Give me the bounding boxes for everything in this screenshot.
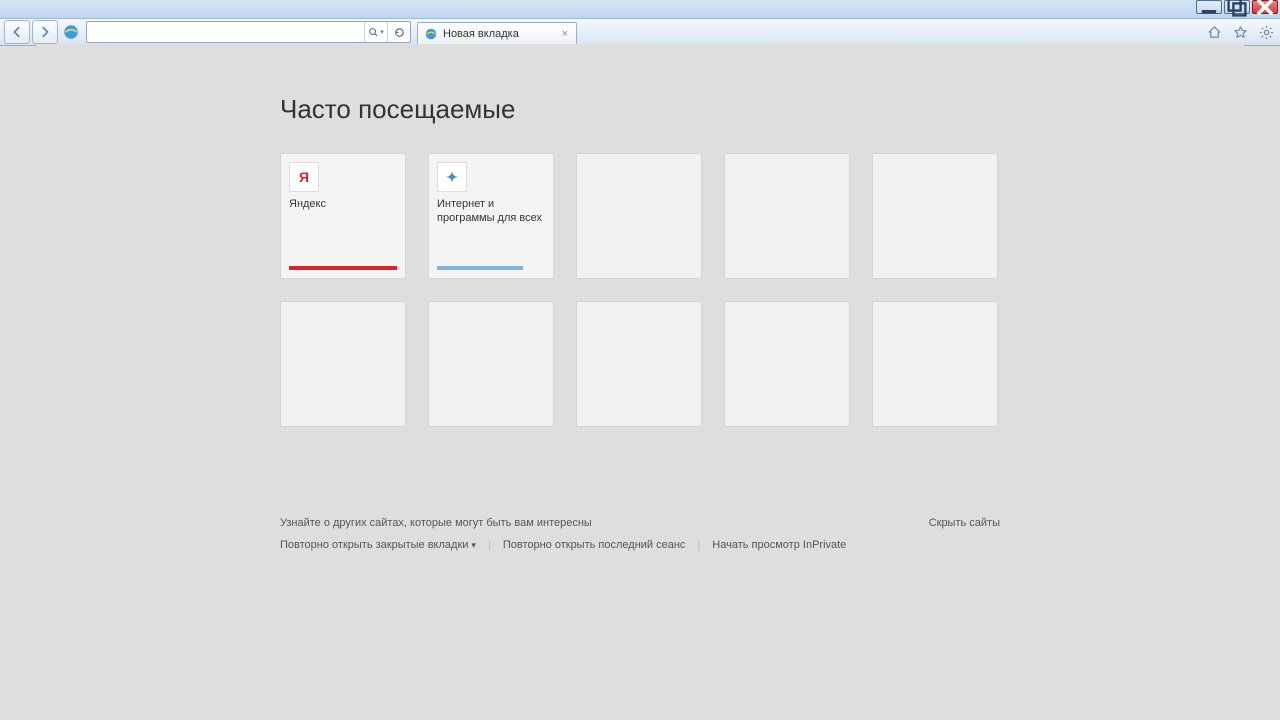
frequent-tile-empty[interactable] (576, 301, 702, 427)
maximize-button[interactable] (1224, 0, 1250, 14)
tile-title: Яндекс (289, 198, 397, 212)
tile-favicon: ✦ (437, 162, 467, 192)
frequent-tile-empty[interactable] (428, 301, 554, 427)
back-button[interactable] (4, 20, 30, 44)
tools-gear-icon[interactable] (1256, 22, 1276, 42)
favorites-icon[interactable] (1230, 22, 1250, 42)
tab-strip: Новая вкладка × (417, 19, 577, 45)
window-titlebar (0, 0, 1280, 19)
frequent-tile[interactable]: ✦ Интернет и программы для всех (428, 153, 554, 279)
footer-links: Узнайте о других сайтах, которые могут б… (280, 517, 1000, 551)
tab-new[interactable]: Новая вкладка × (417, 22, 577, 45)
frequent-tiles-grid: Я Яндекс ✦ Интернет и программы для всех (280, 153, 1000, 427)
refresh-icon[interactable] (387, 22, 410, 42)
separator: | (697, 539, 700, 551)
close-button[interactable] (1252, 0, 1278, 14)
frequent-tile-empty[interactable] (576, 153, 702, 279)
page-heading: Часто посещаемые (280, 94, 1000, 125)
inprivate-link[interactable]: Начать просмотр InPrivate (712, 539, 846, 551)
frequent-tile-empty[interactable] (724, 301, 850, 427)
new-tab-page: Часто посещаемые Я Яндекс ✦ Интернет и прог… (280, 44, 1000, 551)
frequent-tile-empty[interactable] (872, 301, 998, 427)
address-input[interactable] (87, 25, 364, 39)
frequent-tile-empty[interactable] (724, 153, 850, 279)
reopen-closed-tabs-link[interactable]: Повторно открыть закрытые вкладки▾ (280, 539, 476, 551)
separator: | (488, 539, 491, 551)
frequent-tile-empty[interactable] (872, 153, 998, 279)
tile-title: Интернет и программы для всех (437, 198, 545, 226)
ie-favicon-icon (424, 27, 438, 41)
tile-accent-bar (437, 266, 523, 270)
forward-button[interactable] (32, 20, 58, 44)
toolbar: ▾ Новая вкладка × (0, 19, 1280, 46)
content-area: Часто посещаемые Я Яндекс ✦ Интернет и прог… (36, 44, 1244, 716)
frequent-tile[interactable]: Я Яндекс (280, 153, 406, 279)
discover-sites-link[interactable]: Узнайте о других сайтах, которые могут б… (280, 517, 592, 529)
tab-close-icon[interactable]: × (560, 28, 570, 40)
frequent-tile-empty[interactable] (280, 301, 406, 427)
reopen-last-session-link[interactable]: Повторно открыть последний сеанс (503, 539, 686, 551)
tile-favicon: Я (289, 162, 319, 192)
ie-logo-icon (62, 23, 80, 41)
hide-sites-link[interactable]: Скрыть сайты (929, 517, 1000, 529)
home-icon[interactable] (1204, 22, 1224, 42)
chevron-down-icon: ▾ (471, 540, 476, 550)
minimize-button[interactable] (1196, 0, 1222, 14)
tile-accent-bar (289, 266, 397, 270)
tab-title: Новая вкладка (443, 28, 519, 40)
search-dropdown-icon[interactable]: ▾ (364, 22, 387, 42)
browser-window: ▾ Новая вкладка × (0, 0, 1280, 720)
window-controls (1196, 0, 1278, 14)
address-bar[interactable]: ▾ (86, 21, 411, 43)
